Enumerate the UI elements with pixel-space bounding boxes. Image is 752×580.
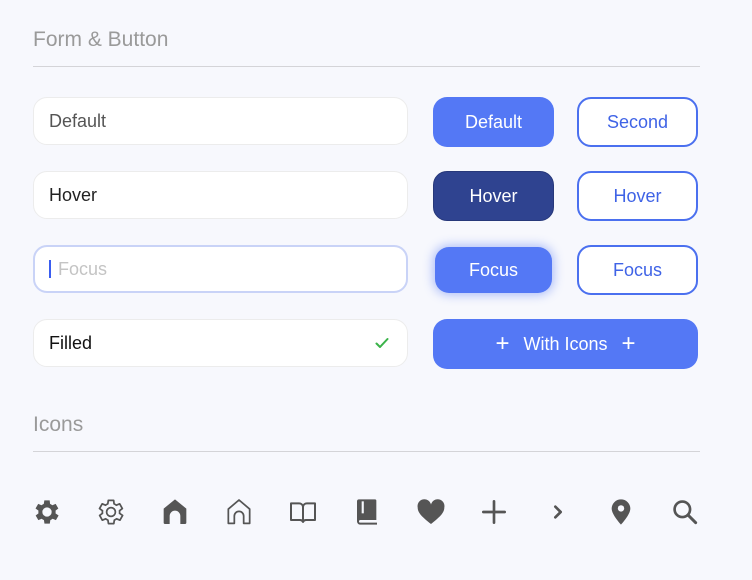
plus-icon xyxy=(477,495,511,529)
input-hover[interactable]: Hover xyxy=(33,171,408,219)
secondary-button-hover[interactable]: Hover xyxy=(577,171,698,221)
section-divider xyxy=(33,451,700,452)
with-icons-label: With Icons xyxy=(523,333,608,354)
input-focus-placeholder: Focus xyxy=(58,258,108,279)
search-icon[interactable] xyxy=(668,495,702,529)
heart-filled-icon xyxy=(414,495,448,529)
section-title-form-button: Form & Button xyxy=(33,28,169,51)
secondary-button-default[interactable]: Second xyxy=(577,97,698,147)
gear-outline-icon xyxy=(94,495,128,529)
input-default[interactable]: Default xyxy=(33,97,408,145)
with-icons-button[interactable]: + With Icons + xyxy=(433,319,698,369)
location-pin-icon xyxy=(604,495,638,529)
primary-button-default[interactable]: Default xyxy=(433,97,554,147)
home-filled-icon xyxy=(158,495,192,529)
book-filled-icon xyxy=(350,495,384,529)
input-filled-value: Filled xyxy=(49,332,93,353)
book-open-icon xyxy=(286,495,320,529)
text-caret xyxy=(49,260,51,278)
plus-icon: + xyxy=(495,330,510,357)
secondary-button-focus[interactable]: Focus xyxy=(577,245,698,295)
gear-filled-icon xyxy=(30,495,64,529)
input-hover-value: Hover xyxy=(49,184,98,205)
section-divider xyxy=(33,66,700,67)
check-icon xyxy=(375,333,389,354)
primary-button-focus[interactable]: Focus xyxy=(435,247,552,293)
section-title-icons: Icons xyxy=(33,413,84,436)
home-outline-icon xyxy=(222,495,256,529)
input-filled[interactable]: Filled xyxy=(33,319,408,367)
chevron-right-icon xyxy=(541,495,575,529)
plus-icon: + xyxy=(621,330,636,357)
input-focus[interactable]: Focus xyxy=(33,245,408,293)
input-default-value: Default xyxy=(49,110,107,131)
primary-button-hover[interactable]: Hover xyxy=(433,171,554,221)
